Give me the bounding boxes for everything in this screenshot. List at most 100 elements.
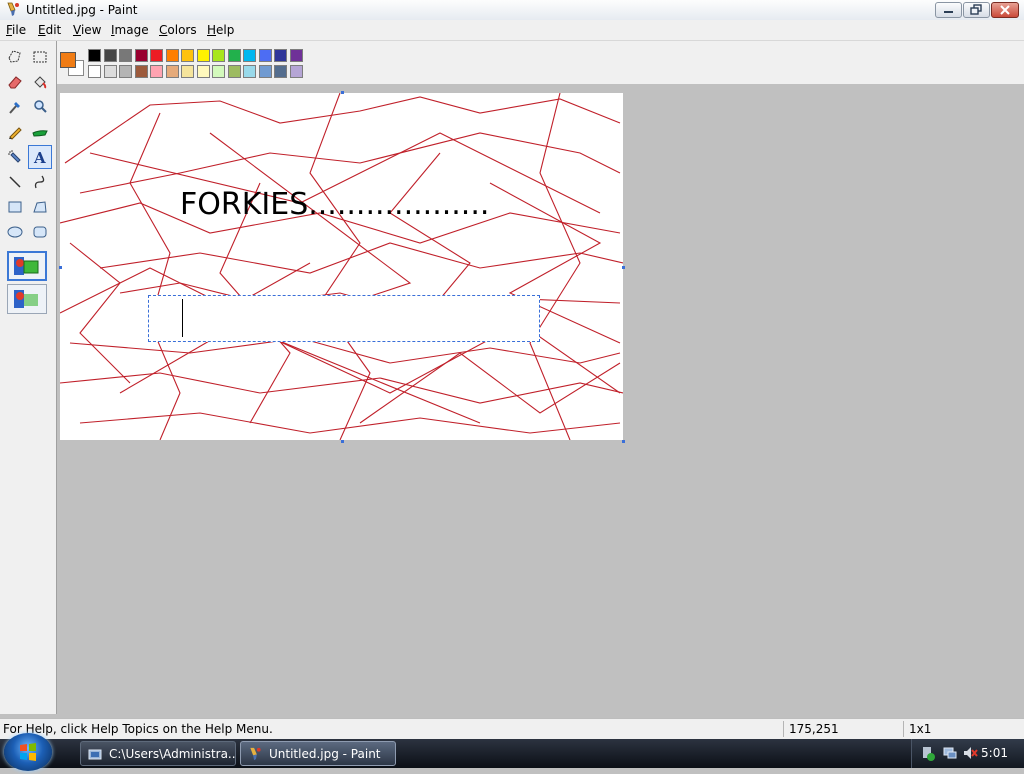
palette-swatch[interactable]: [243, 49, 256, 62]
taskbar-explorer-label: C:\Users\Administra...: [109, 746, 236, 761]
palette-swatch[interactable]: [119, 65, 132, 78]
system-tray: 5:01: [911, 739, 1024, 768]
close-icon: [1000, 5, 1010, 15]
palette-swatch[interactable]: [150, 65, 163, 78]
text-tool-icon: A: [33, 149, 46, 165]
palette-swatch[interactable]: [258, 49, 272, 62]
resize-handle-corner[interactable]: [622, 440, 625, 443]
volume-muted-icon[interactable]: [962, 745, 978, 761]
taskbar-explorer-button[interactable]: C:\Users\Administra...: [80, 741, 236, 766]
tool-rectangle[interactable]: [4, 196, 26, 218]
palette-swatch[interactable]: [212, 65, 225, 78]
restore-button[interactable]: [963, 2, 990, 18]
restore-icon: [970, 4, 982, 15]
palette-swatch[interactable]: [103, 65, 117, 78]
palette-swatch[interactable]: [212, 49, 225, 62]
palette-swatch[interactable]: [274, 49, 287, 62]
menu-edit[interactable]: Edit: [36, 22, 63, 38]
tool-fill[interactable]: [29, 71, 51, 93]
paint-app-icon: [250, 747, 261, 761]
start-button[interactable]: [4, 733, 52, 771]
menu-colors[interactable]: Colors: [157, 22, 199, 38]
minimize-button[interactable]: [935, 2, 962, 18]
security-center-icon[interactable]: [920, 745, 936, 761]
palette-swatch[interactable]: [227, 65, 241, 78]
tool-free-form-select[interactable]: [4, 46, 26, 68]
text-box[interactable]: [148, 295, 540, 342]
palette-swatch[interactable]: [196, 49, 210, 62]
status-coords: 175,251: [789, 722, 839, 736]
menu-file[interactable]: File: [4, 22, 28, 38]
menu-view[interactable]: View: [71, 22, 103, 38]
palette-swatch[interactable]: [181, 49, 194, 62]
tool-text[interactable]: A: [28, 145, 52, 169]
palette-swatch[interactable]: [274, 65, 287, 78]
tool-curve[interactable]: [29, 171, 51, 193]
palette-swatch[interactable]: [88, 49, 101, 62]
free-form-select-icon: [8, 50, 21, 63]
current-colors[interactable]: [58, 49, 84, 79]
transparent-background-option[interactable]: [7, 284, 47, 314]
brush-icon: [32, 130, 48, 137]
folder-icon: [88, 749, 102, 760]
palette-swatch[interactable]: [258, 65, 272, 78]
foreground-color-swatch[interactable]: [60, 52, 76, 68]
palette-swatch[interactable]: [150, 49, 163, 62]
resize-handle-left[interactable]: [59, 266, 62, 269]
palette-swatch[interactable]: [181, 65, 194, 78]
tool-color-picker[interactable]: [4, 96, 26, 118]
scribble-stroke: [60, 372, 623, 404]
opaque-background-option[interactable]: [7, 251, 47, 281]
palette-swatch[interactable]: [196, 65, 210, 78]
status-size: 1x1: [909, 722, 932, 736]
color-picker-icon: [9, 102, 20, 114]
scribble-stroke: [99, 242, 623, 274]
palette-swatch[interactable]: [88, 65, 101, 78]
curve-icon: [34, 175, 45, 189]
tool-rounded-rect[interactable]: [29, 221, 51, 243]
taskbar: C:\Users\Administra... Untitled.jpg - Pa…: [0, 733, 1024, 771]
eraser-icon: [8, 76, 22, 89]
palette-swatch[interactable]: [134, 49, 148, 62]
close-button[interactable]: [991, 2, 1019, 18]
windows-logo-icon: [20, 743, 36, 761]
window-title: Untitled.jpg - Paint: [26, 3, 138, 17]
rounded-rect-icon: [33, 226, 47, 238]
network-icon[interactable]: [942, 745, 958, 761]
text-cursor: [182, 299, 183, 337]
tool-ellipse[interactable]: [4, 221, 26, 243]
resize-handle-right[interactable]: [622, 266, 625, 269]
svg-text:A: A: [33, 149, 46, 165]
resize-handle-top[interactable]: [341, 91, 344, 94]
drawing-canvas[interactable]: FORKIES...................: [60, 93, 623, 440]
taskbar-paint-button[interactable]: Untitled.jpg - Paint: [240, 741, 396, 766]
status-bar: For Help, click Help Topics on the Help …: [0, 718, 1024, 739]
tool-brush[interactable]: [29, 121, 51, 143]
palette-swatch[interactable]: [165, 49, 179, 62]
tool-eraser[interactable]: [4, 71, 26, 93]
palette-swatch[interactable]: [165, 65, 179, 78]
palette-swatch[interactable]: [103, 49, 117, 62]
opaque-shapes-icon: [14, 257, 39, 275]
palette-swatch[interactable]: [289, 49, 303, 62]
menu-image[interactable]: Image: [109, 22, 151, 38]
tool-polygon[interactable]: [29, 196, 51, 218]
palette-swatch[interactable]: [134, 65, 148, 78]
palette-swatch[interactable]: [227, 49, 241, 62]
resize-handle-bottom[interactable]: [341, 440, 344, 443]
tool-rect-select[interactable]: [29, 46, 51, 68]
menu-help[interactable]: Help: [205, 22, 236, 38]
ellipse-icon: [7, 226, 23, 238]
palette-swatch[interactable]: [119, 49, 132, 62]
menu-bar: File Edit View Image Colors Help: [0, 20, 1024, 41]
tool-pencil[interactable]: [4, 121, 26, 143]
polygon-icon: [33, 201, 47, 213]
palette-swatch[interactable]: [289, 65, 303, 78]
status-divider: [783, 721, 784, 737]
tool-magnifier[interactable]: [29, 96, 51, 118]
clock[interactable]: 5:01: [981, 746, 1008, 760]
palette-swatch[interactable]: [243, 65, 256, 78]
tool-line[interactable]: [4, 171, 26, 193]
tool-airbrush[interactable]: [4, 146, 26, 168]
scribble-stroke: [209, 132, 481, 424]
